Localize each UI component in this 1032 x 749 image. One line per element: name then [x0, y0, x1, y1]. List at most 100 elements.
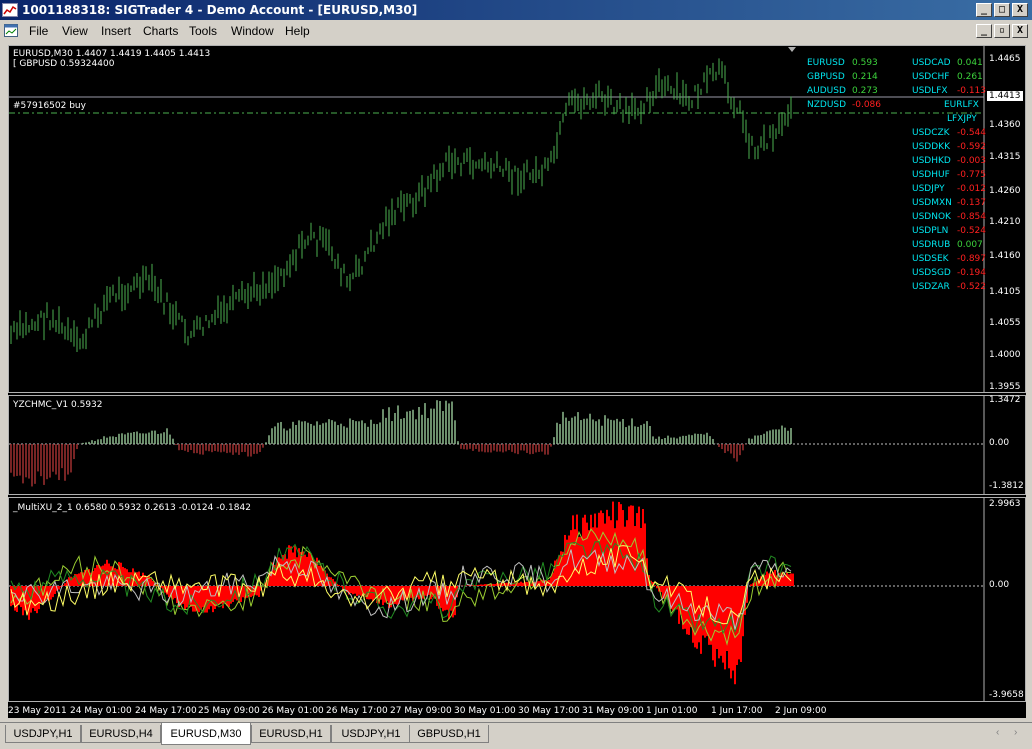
currency-pair-name: USDSGD	[912, 268, 951, 278]
menu-view[interactable]: View	[62, 24, 88, 38]
currency-pair-name: USDCZK	[912, 128, 950, 138]
currency-pair-value: 0.593	[852, 58, 878, 68]
doc-close-button[interactable]: X	[1012, 24, 1028, 38]
indicator-1-tick: 0.00	[989, 438, 1010, 448]
currency-pair-value: 0.214	[852, 72, 878, 82]
currency-pair-name: USDSEK	[912, 254, 949, 264]
currency-pair-value: -0.592	[957, 142, 987, 152]
currency-pair-value: -0.544	[957, 128, 987, 138]
currency-pair-value: -0.897	[957, 254, 987, 264]
price-tick: 1.4465	[989, 54, 1021, 64]
chart-window[interactable]: EURUSD,M30 1.4407 1.4419 1.4405 1.4413 […	[8, 45, 1026, 718]
tab-scroll-right-icon[interactable]: ›	[1014, 727, 1017, 738]
chart-header: EURUSD,M30 1.4407 1.4419 1.4405 1.4413	[13, 49, 211, 59]
indicator-pane-1[interactable]: YZCHMC_V1 0.5932 1.3472 0.00 -1.3812	[8, 395, 1026, 495]
price-tick: 1.4000	[989, 350, 1021, 360]
price-tick: 1.4055	[989, 318, 1021, 328]
window-controls: _ □ X	[976, 3, 1028, 17]
currency-pair-value: -0.854	[957, 212, 987, 222]
menu-tools[interactable]: Tools	[189, 24, 217, 38]
app-icon[interactable]	[2, 3, 18, 17]
time-tick: 26 May 17:00	[326, 706, 388, 716]
currency-pair-value: 0.007	[957, 240, 983, 250]
indicator-1-tick: -1.3812	[989, 481, 1024, 491]
indicator-2-tick: 2.9963	[989, 499, 1021, 509]
currency-pair-value: -0.775	[957, 170, 987, 180]
chart-tab[interactable]: EURUSD,H4	[81, 725, 161, 743]
indicator-pane-2[interactable]: _MultiXU_2_1 0.6580 0.5932 0.2613 -0.012…	[8, 497, 1026, 702]
price-tick: 1.4160	[989, 251, 1021, 261]
window-title: 1001188318: SIGTrader 4 - Demo Account -…	[22, 3, 418, 17]
price-tick: 1.4315	[989, 152, 1021, 162]
currency-pair-name: USDMXN	[912, 198, 952, 208]
indicator-2-tick: 0.00	[989, 580, 1010, 590]
price-chart[interactable]	[9, 46, 1025, 392]
indicator-1-header: YZCHMC_V1 0.5932	[13, 400, 103, 410]
chart-tab[interactable]: EURUSD,M30	[161, 723, 251, 745]
price-tick: 1.4210	[989, 217, 1021, 227]
menu-insert[interactable]: Insert	[101, 24, 131, 38]
currency-pair-name: USDCHF	[912, 72, 950, 82]
currency-pair-name: GBPUSD	[807, 72, 845, 82]
currency-pair-name: USDHUF	[912, 170, 950, 180]
time-tick: 1 Jun 17:00	[711, 706, 763, 716]
currency-pair-value: 0.261	[957, 72, 983, 82]
chart-tab[interactable]: GBPUSD,H1	[409, 725, 489, 743]
currency-pair-name: USDPLN	[912, 226, 949, 236]
currency-pair-name: USDCAD	[912, 58, 951, 68]
currency-pair-value: 0.273	[852, 86, 878, 96]
price-pane[interactable]: EURUSD,M30 1.4407 1.4419 1.4405 1.4413 […	[8, 45, 1026, 393]
currency-pair-name: USDHKD	[912, 156, 951, 166]
currency-pair-name: USDJPY	[912, 184, 945, 194]
menu-help[interactable]: Help	[285, 24, 310, 38]
title-bar: 1001188318: SIGTrader 4 - Demo Account -…	[0, 0, 1032, 20]
close-button[interactable]: X	[1012, 3, 1028, 17]
chart-tab[interactable]: USDJPY,H1	[331, 725, 411, 743]
currency-pair-value: -0.113	[957, 86, 987, 96]
currency-pair-value: -0.524	[957, 226, 987, 236]
current-price-label: 1.4413	[987, 91, 1023, 101]
currency-pair-name: USDLFX	[912, 86, 948, 96]
currency-pair-name: USDRUB	[912, 240, 951, 250]
restore-button[interactable]: □	[994, 3, 1010, 17]
currency-pair-name: USDNOK	[912, 212, 951, 222]
minimize-button[interactable]: _	[976, 3, 992, 17]
time-tick: 25 May 09:00	[198, 706, 260, 716]
time-tick: 30 May 01:00	[454, 706, 516, 716]
time-tick: 2 Jun 09:00	[775, 706, 827, 716]
tab-scroll-left-icon[interactable]: ‹	[996, 727, 999, 738]
order-label: #57916502 buy	[13, 101, 86, 111]
currency-pair-value: -0.012	[957, 184, 987, 194]
currency-pair-name: LFXJPY	[947, 114, 977, 124]
doc-minimize-button[interactable]: _	[976, 24, 992, 38]
time-tick: 27 May 09:00	[390, 706, 452, 716]
shift-marker-icon	[788, 47, 796, 52]
time-tick: 24 May 01:00	[70, 706, 132, 716]
chart-tab[interactable]: USDJPY,H1	[5, 725, 81, 743]
currency-pair-name: EURUSD	[807, 58, 845, 68]
menu-file[interactable]: File	[29, 24, 48, 38]
price-tick: 1.4360	[989, 120, 1021, 130]
document-icon[interactable]	[4, 24, 18, 37]
time-tick: 30 May 17:00	[518, 706, 580, 716]
currency-pair-name: EURLFX	[944, 100, 979, 110]
price-tick: 1.4260	[989, 186, 1021, 196]
chart-tab-bar: USDJPY,H1 EURUSD,H4 EURUSD,M30 EURUSD,H1 USD…	[0, 722, 1032, 749]
currency-pair-value: -0.194	[957, 268, 987, 278]
currency-pair-value: -0.003	[957, 156, 987, 166]
indicator-2-tick: -3.9658	[989, 690, 1024, 700]
chart-tab[interactable]: EURUSD,H1	[251, 725, 331, 743]
document-controls: _ ▫ X	[976, 24, 1028, 38]
price-tick: 1.4105	[989, 287, 1021, 297]
menu-window[interactable]: Window	[231, 24, 274, 38]
currency-pair-name: USDZAR	[912, 282, 950, 292]
currency-pair-value: 0.041	[957, 58, 983, 68]
doc-restore-button[interactable]: ▫	[994, 24, 1010, 38]
time-tick: 26 May 01:00	[262, 706, 324, 716]
menu-charts[interactable]: Charts	[143, 24, 178, 38]
indicator-chart-1[interactable]	[9, 396, 1025, 494]
indicator-chart-2[interactable]	[9, 498, 1025, 701]
currency-pair-value: -0.137	[957, 198, 987, 208]
menu-bar: File View Insert Charts Tools Window Hel…	[0, 20, 1032, 42]
currency-pair-name: USDDKK	[912, 142, 950, 152]
